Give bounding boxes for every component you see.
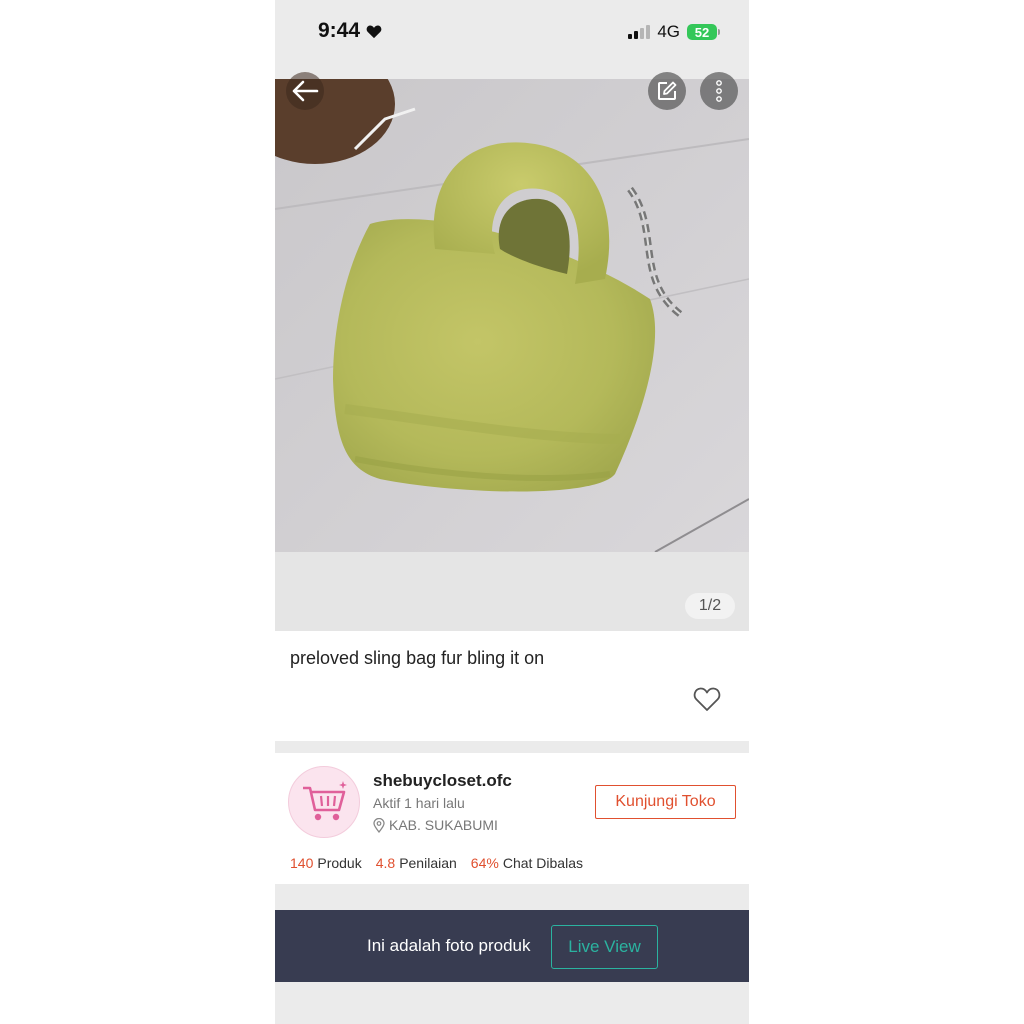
stat-chat-label: Chat Dibalas bbox=[502, 855, 583, 871]
network-type: 4G bbox=[657, 22, 680, 41]
shop-active-status: Aktif 1 hari lalu bbox=[373, 795, 465, 811]
status-bar: 9:44 4G 52 bbox=[275, 0, 749, 79]
edit-icon bbox=[658, 81, 677, 100]
live-banner-text: Ini adalah foto produk bbox=[367, 936, 531, 955]
photo-counter: 1/2 bbox=[685, 593, 735, 619]
back-arrow-icon bbox=[292, 80, 319, 102]
more-options-button[interactable] bbox=[700, 72, 738, 110]
battery-level: 52 bbox=[694, 24, 710, 40]
live-view-banner: Ini adalah foto produk Live View bbox=[275, 910, 749, 982]
product-photo[interactable] bbox=[275, 79, 749, 552]
phone-screen: 9:44 4G 52 1/2 preloved sling bag fur bl… bbox=[275, 0, 749, 1024]
edit-button[interactable] bbox=[648, 72, 686, 110]
favorite-heart-icon[interactable] bbox=[693, 686, 721, 712]
battery-icon: 52 bbox=[687, 24, 720, 40]
live-view-button[interactable]: Live View bbox=[551, 925, 658, 969]
status-time-text: 9:44 bbox=[318, 19, 361, 42]
shop-name[interactable]: shebuycloset.ofc bbox=[373, 771, 512, 791]
location-pin-icon bbox=[373, 817, 385, 833]
visit-shop-button[interactable]: Kunjungi Toko bbox=[595, 785, 736, 819]
heart-icon bbox=[366, 24, 382, 38]
shop-avatar[interactable] bbox=[288, 766, 360, 838]
more-vertical-icon bbox=[716, 80, 722, 102]
shop-card: shebuycloset.ofc Aktif 1 hari lalu KAB. … bbox=[275, 753, 749, 884]
stat-rating: 4.8 Penilaian bbox=[376, 855, 457, 871]
stat-rating-label: Penilaian bbox=[399, 855, 457, 871]
product-info: preloved sling bag fur bling it on bbox=[275, 631, 749, 741]
shop-stats: 140 Produk 4.8 Penilaian 64% Chat Dibalas bbox=[290, 855, 583, 871]
stat-products-value: 140 bbox=[290, 855, 314, 871]
stat-products-label: Produk bbox=[317, 855, 362, 871]
stat-chat-value: 64% bbox=[470, 855, 499, 871]
signal-icon bbox=[628, 25, 651, 39]
photo-padding bbox=[275, 552, 749, 631]
stat-rating-value: 4.8 bbox=[375, 855, 396, 871]
back-button[interactable] bbox=[286, 72, 324, 110]
stat-chat: 64% Chat Dibalas bbox=[471, 855, 583, 871]
status-right: 4G 52 bbox=[628, 22, 720, 42]
shop-location: KAB. SUKABUMI bbox=[373, 817, 498, 833]
stat-products: 140 Produk bbox=[290, 855, 362, 871]
product-title: preloved sling bag fur bling it on bbox=[290, 648, 545, 668]
product-image bbox=[275, 79, 749, 552]
shopping-cart-icon bbox=[303, 781, 347, 821]
status-time: 9:44 bbox=[318, 19, 382, 43]
shop-location-text: KAB. SUKABUMI bbox=[389, 817, 498, 833]
